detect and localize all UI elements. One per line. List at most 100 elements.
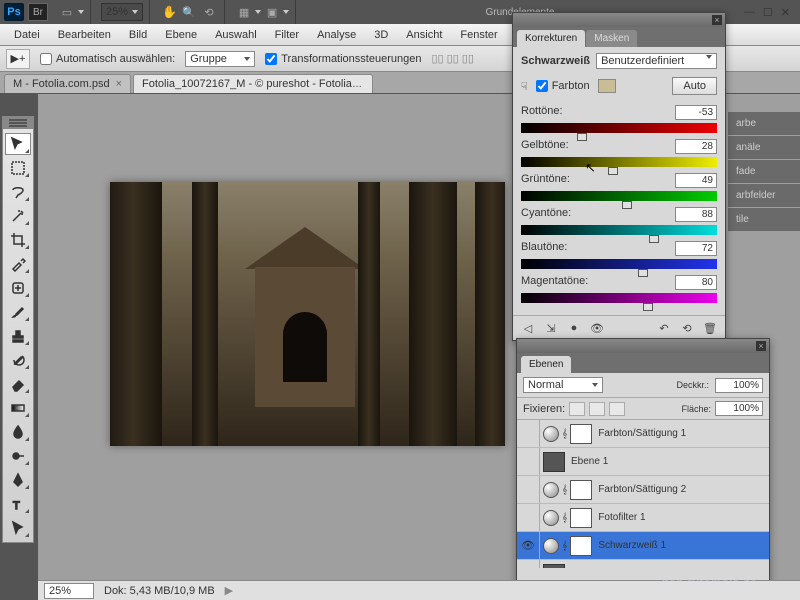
crop-tool[interactable]	[5, 229, 31, 251]
history-brush-tool[interactable]	[5, 349, 31, 371]
menu-view[interactable]: Ansicht	[398, 26, 450, 44]
menu-file[interactable]: Datei	[6, 26, 48, 44]
visibility-toggle[interactable]: 👁	[520, 538, 536, 554]
side-tab[interactable]: arbfelder	[728, 184, 800, 207]
blur-tool[interactable]	[5, 421, 31, 443]
eyedropper-tool[interactable]	[5, 253, 31, 275]
menu-edit[interactable]: Bearbeiten	[50, 26, 119, 44]
document-tab[interactable]: Fotolia_10072167_M - © pureshot - Fotoli…	[133, 74, 373, 93]
align-icons[interactable]: ▯▯ ▯▯ ▯▯	[431, 52, 473, 65]
tab-layers[interactable]: Ebenen	[521, 356, 571, 373]
transform-controls-check[interactable]: Transformationssteuerungen	[265, 53, 421, 65]
wand-tool[interactable]	[5, 205, 31, 227]
slider-track[interactable]	[521, 293, 717, 303]
layer-thumbnail[interactable]	[543, 564, 565, 569]
visibility-toggle[interactable]	[520, 482, 536, 498]
path-select-tool[interactable]	[5, 517, 31, 539]
layer-thumbnail[interactable]	[543, 452, 565, 472]
layer-name[interactable]: Schwarzweiß 1	[595, 540, 766, 551]
visibility-toggle[interactable]	[520, 426, 536, 442]
minimize-icon[interactable]: —	[744, 6, 755, 19]
auto-button[interactable]: Auto	[672, 77, 717, 95]
blend-mode-dropdown[interactable]: Normal	[523, 377, 603, 393]
side-tab[interactable]: arbe	[728, 112, 800, 135]
panel-close-icon[interactable]: ×	[756, 341, 766, 351]
layer-name[interactable]: Farbton/Sättigung 2	[595, 484, 766, 495]
auto-select-check[interactable]: Automatisch auswählen:	[40, 53, 175, 65]
side-tab[interactable]: fade	[728, 160, 800, 183]
side-tab[interactable]: tile	[728, 208, 800, 231]
slider-value[interactable]	[675, 139, 717, 154]
slider-track[interactable]	[521, 191, 717, 201]
slider-track[interactable]	[521, 225, 717, 235]
tab-masks[interactable]: Masken	[586, 30, 637, 47]
slider-value[interactable]	[675, 207, 717, 222]
healing-tool[interactable]	[5, 277, 31, 299]
layer-list[interactable]: 𝄞 Farbton/Sättigung 1 Ebene 1 𝄞 Farbton/Sätt…	[517, 420, 769, 568]
brush-tool[interactable]	[5, 301, 31, 323]
visibility-toggle[interactable]: 👁	[520, 566, 536, 569]
hand-tool-icon[interactable]	[160, 3, 178, 21]
back-icon[interactable]: ◁	[519, 320, 537, 336]
slider-track[interactable]	[521, 259, 717, 269]
layer-mask[interactable]	[570, 536, 592, 556]
auto-select-dropdown[interactable]: Gruppe	[185, 51, 255, 67]
layer-row[interactable]: Ebene 1	[517, 448, 769, 476]
expand-icon[interactable]: ⇲	[542, 320, 560, 336]
zoom-field[interactable]: 25%	[44, 583, 94, 599]
previous-icon[interactable]: ↶	[655, 320, 673, 336]
bridge-icon[interactable]: Br	[28, 3, 48, 21]
gradient-tool[interactable]	[5, 397, 31, 419]
link-icon[interactable]: 𝄞	[562, 540, 567, 551]
tint-check[interactable]: Farbton	[536, 80, 590, 92]
slider-track[interactable]	[521, 123, 717, 133]
document-tab[interactable]: M - Fotolia.com.psd×	[4, 74, 131, 93]
layer-name[interactable]: Farbton/Sättigung 1	[595, 428, 766, 439]
slider-value[interactable]	[675, 241, 717, 256]
move-tool[interactable]	[5, 133, 31, 155]
link-icon[interactable]: 𝄞	[562, 428, 567, 439]
panel-grip[interactable]	[3, 117, 33, 129]
slider-value[interactable]	[675, 105, 717, 120]
fill-field[interactable]: 100%	[715, 401, 763, 416]
slider-value[interactable]	[675, 173, 717, 188]
layer-row[interactable]: 𝄞 Farbton/Sättigung 2	[517, 476, 769, 504]
layer-row[interactable]: 𝄞 Farbton/Sättigung 1	[517, 420, 769, 448]
lock-position-icon[interactable]	[589, 402, 605, 416]
tint-swatch[interactable]	[598, 79, 616, 93]
lasso-tool[interactable]	[5, 181, 31, 203]
maximize-icon[interactable]: ☐	[763, 6, 773, 19]
screen-icon[interactable]: ▣	[263, 3, 281, 21]
layer-row[interactable]: 👁Ebene 0	[517, 560, 769, 568]
menu-layer[interactable]: Ebene	[157, 26, 205, 44]
visibility-icon[interactable]: 👁	[588, 320, 606, 336]
layer-mask[interactable]	[570, 480, 592, 500]
marquee-tool[interactable]	[5, 157, 31, 179]
link-icon[interactable]: 𝄞	[562, 484, 567, 495]
document-canvas[interactable]	[110, 182, 505, 446]
lock-pixels-icon[interactable]	[569, 402, 585, 416]
zoom-tool-icon[interactable]: 🔍	[180, 3, 198, 21]
link-icon[interactable]: 𝄞	[562, 512, 567, 523]
tab-close-icon[interactable]: ×	[116, 78, 122, 90]
layer-mask[interactable]	[570, 424, 592, 444]
screen-mode-icon[interactable]: ▭	[58, 3, 76, 21]
menu-analysis[interactable]: Analyse	[309, 26, 364, 44]
photoshop-icon[interactable]: Ps	[4, 3, 24, 21]
dodge-tool[interactable]	[5, 445, 31, 467]
preset-dropdown[interactable]: Benutzerdefiniert	[596, 53, 717, 69]
panel-close-icon[interactable]: ×	[712, 15, 722, 25]
reset-icon[interactable]: ⟲	[678, 320, 696, 336]
layer-name[interactable]: Fotofilter 1	[595, 512, 766, 523]
layer-mask[interactable]	[570, 508, 592, 528]
menu-image[interactable]: Bild	[121, 26, 155, 44]
clip-icon[interactable]: ●	[565, 320, 583, 336]
arrange-icon[interactable]: ▦	[235, 3, 253, 21]
slider-track[interactable]	[521, 157, 717, 167]
targeted-adjust-icon[interactable]: ☟	[521, 80, 528, 93]
opacity-field[interactable]: 100%	[715, 378, 763, 393]
menu-3d[interactable]: 3D	[366, 26, 396, 44]
rotate-view-icon[interactable]: ⟲	[200, 3, 218, 21]
stamp-tool[interactable]	[5, 325, 31, 347]
zoom-dropdown[interactable]: 25%	[101, 3, 143, 21]
